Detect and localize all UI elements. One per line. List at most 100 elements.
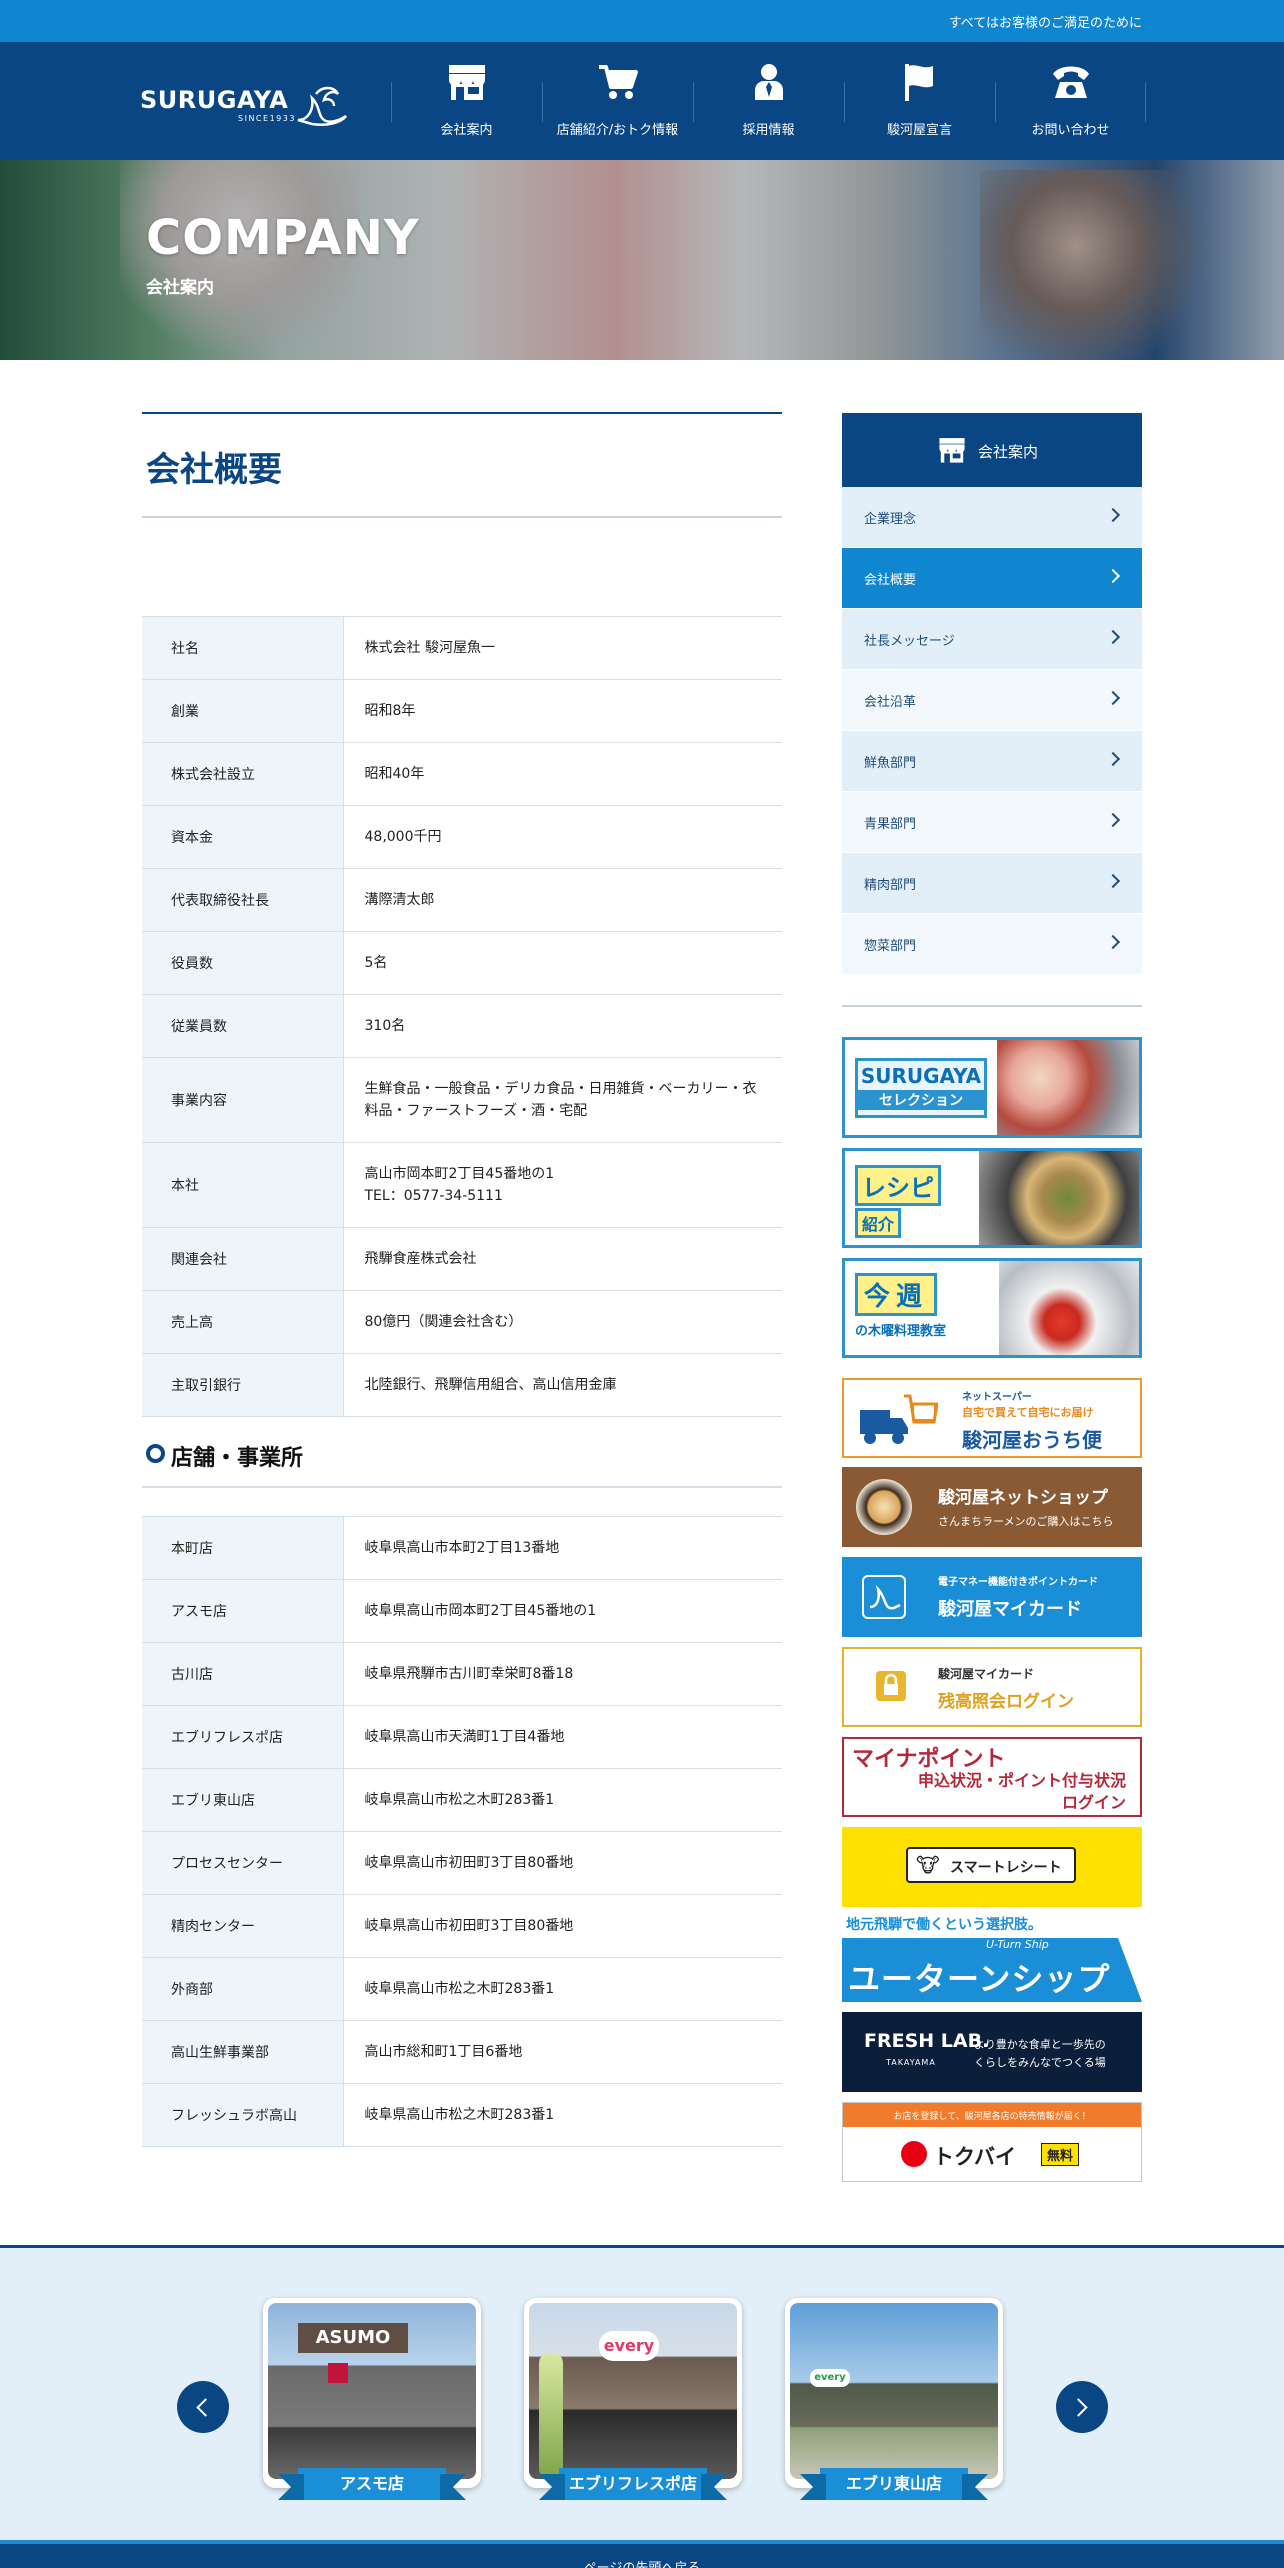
banner-line: ユーターンシップ bbox=[848, 1960, 1111, 1998]
row-label: 本社 bbox=[142, 1142, 344, 1228]
banner-text-box: 今週 の木曜料理教室 bbox=[855, 1273, 985, 1349]
banner-line: U-Turn Ship bbox=[986, 1938, 1049, 1951]
store-card-every-higashiyama[interactable]: every エブリ東山店 bbox=[785, 2298, 1003, 2500]
page-top-link[interactable]: ページの先頭へ戻る bbox=[0, 2540, 1284, 2568]
table-row: 事業内容 生鮮食品・一般食品・デリカ食品・日用雑貨・ベーカリー・衣料品・ファースト… bbox=[142, 1057, 782, 1143]
sidebar-item-deli[interactable]: 惣菜部門 bbox=[842, 914, 1142, 975]
row-value: 岐阜県高山市松之木町283番1 bbox=[343, 1768, 782, 1832]
banner-line: FRESH LAB. bbox=[864, 2030, 990, 2052]
nav-item-company[interactable]: 会社案内 bbox=[391, 42, 542, 160]
banner-line: 駿河屋マイカード bbox=[938, 1599, 1082, 1620]
nav-item-recruit[interactable]: 採用情報 bbox=[693, 42, 844, 160]
banner-line: TAKAYAMA bbox=[886, 2058, 936, 2067]
banner-line: 申込状況・ポイント付与状況 bbox=[917, 1771, 1126, 1790]
store-photo: every bbox=[529, 2303, 737, 2479]
sidebar-item-label: 鮮魚部門 bbox=[864, 756, 917, 771]
nav-item-declaration[interactable]: 駿河屋宣言 bbox=[844, 42, 995, 160]
dish-photo bbox=[979, 1151, 1139, 1245]
sidebar-item-overview[interactable]: 会社概要 bbox=[842, 548, 1142, 609]
table-row: アスモ店 岐阜県高山市岡本町2丁目45番地の1 bbox=[142, 1579, 782, 1643]
sidebar-item-meat[interactable]: 精肉部門 bbox=[842, 853, 1142, 914]
banner-recipe[interactable]: レシピ 紹介 bbox=[842, 1148, 1142, 1248]
banner-line: くらしをみんなでつくる場 bbox=[974, 2056, 1106, 2069]
store-card-every-frespo[interactable]: every エブリフレスポ店 bbox=[524, 2298, 742, 2500]
logo[interactable]: SURUGAYA SINCE1933 bbox=[140, 80, 360, 126]
row-value: 岐阜県高山市本町2丁目13番地 bbox=[343, 1516, 782, 1580]
row-value: 310名 bbox=[343, 994, 782, 1058]
circle-icon bbox=[146, 1444, 165, 1463]
nav-item-contact[interactable]: お問い合わせ bbox=[995, 42, 1146, 160]
store-icon bbox=[449, 65, 485, 100]
sidebar-item-label: 会社概要 bbox=[864, 573, 917, 588]
banner-balance-login[interactable]: 駿河屋マイカード 残高照会ログイン bbox=[842, 1647, 1142, 1727]
row-value: 飛騨食産株式会社 bbox=[343, 1227, 782, 1291]
card-logo-icon bbox=[862, 1575, 906, 1619]
site-header: SURUGAYA SINCE1933 会社案内 店舗紹介/おトク情報 採用情報 … bbox=[0, 42, 1284, 160]
store-photo: every bbox=[790, 2303, 998, 2479]
sidebar-item-history[interactable]: 会社沿革 bbox=[842, 670, 1142, 731]
cart-icon bbox=[599, 65, 638, 99]
telephone: TEL：0577-34-5111 bbox=[364, 1188, 503, 1204]
banner-ouchibin[interactable]: ネットスーパー 自宅で買えて自宅にお届け 駿河屋おうち便 bbox=[842, 1378, 1142, 1458]
banner-mynapoint[interactable]: マイナポイント 申込状況・ポイント付与状況 ログイン bbox=[842, 1737, 1142, 1817]
table-row: 創業 昭和8年 bbox=[142, 679, 782, 743]
row-value: 岐阜県高山市松之木町283番1 bbox=[343, 2083, 782, 2147]
store-photo: ASUMO bbox=[268, 2303, 476, 2479]
chevron-right-icon bbox=[1105, 934, 1121, 950]
banner-freshlab[interactable]: FRESH LAB. TAKAYAMA より豊かな食卓と一歩先の くらしをみんな… bbox=[842, 2012, 1142, 2092]
banner-line: より豊かな食卓と一歩先の bbox=[974, 2038, 1106, 2051]
banner-cooking-class[interactable]: 今週 の木曜料理教室 bbox=[842, 1258, 1142, 1358]
row-label: 従業員数 bbox=[142, 994, 344, 1058]
store-logo-mark bbox=[328, 2363, 348, 2383]
banner-smart-receipt[interactable]: 🐮 スマートレシート bbox=[842, 1827, 1142, 1907]
chevron-right-icon bbox=[1105, 873, 1121, 889]
table-row: 売上高 80億円（関連会社含む） bbox=[142, 1290, 782, 1354]
logo-since: SINCE1933 bbox=[238, 114, 296, 123]
stores-heading-label: 店舗・事業所 bbox=[171, 1446, 304, 1471]
table-row: 外商部 岐阜県高山市松之木町283番1 bbox=[142, 1957, 782, 2021]
table-row: エブリフレスポ店 岐阜県高山市天満町1丁目4番地 bbox=[142, 1705, 782, 1769]
store-card-asumo[interactable]: ASUMO アスモ店 bbox=[263, 2298, 481, 2500]
store-ribbon: エブリフレスポ店 bbox=[539, 2468, 727, 2500]
banner-mycard[interactable]: 電子マネー機能付きポイントカード 駿河屋マイカード bbox=[842, 1557, 1142, 1637]
row-label: 精肉センター bbox=[142, 1894, 344, 1958]
row-label: 売上高 bbox=[142, 1290, 344, 1354]
sidebar-item-message[interactable]: 社長メッセージ bbox=[842, 609, 1142, 670]
banner-line: ログイン bbox=[1061, 1793, 1126, 1812]
sidebar-item-produce[interactable]: 青果部門 bbox=[842, 792, 1142, 853]
page-title: 会社概要 bbox=[146, 450, 282, 490]
carousel-next-button[interactable] bbox=[1056, 2381, 1108, 2433]
sidebar-item-label: 精肉部門 bbox=[864, 878, 917, 893]
banner-line: さんまちラーメンのご購入はこちら bbox=[938, 1515, 1114, 1528]
chevron-right-icon bbox=[1069, 2398, 1088, 2417]
sidebar-item-label: 会社沿革 bbox=[864, 695, 917, 710]
row-value: 5名 bbox=[343, 931, 782, 995]
banner-line: SURUGAYA bbox=[860, 1064, 982, 1088]
chevron-right-icon bbox=[1105, 812, 1121, 828]
row-value: 高山市総和町1丁目6番地 bbox=[343, 2020, 782, 2084]
banner-uturnship[interactable]: 地元飛騨で働くという選択肢。 U-Turn Ship ユーターンシップ bbox=[842, 1914, 1142, 2004]
banner-text-box: SURUGAYA セレクション bbox=[855, 1058, 987, 1118]
wave-logo-icon bbox=[297, 86, 347, 126]
row-value: 岐阜県高山市松之木町283番1 bbox=[343, 1957, 782, 2021]
sidebar-item-philosophy[interactable]: 企業理念 bbox=[842, 487, 1142, 548]
banner-netshop[interactable]: 駿河屋ネットショップ さんまちラーメンのご購入はこちら bbox=[842, 1467, 1142, 1547]
sidebar-item-fish[interactable]: 鮮魚部門 bbox=[842, 731, 1142, 792]
table-row: 株式会社設立 昭和40年 bbox=[142, 742, 782, 806]
carousel-prev-button[interactable] bbox=[177, 2381, 229, 2433]
ramen-bowl-icon bbox=[856, 1479, 912, 1535]
banner-tokubai[interactable]: お店を登録して、駿河屋各店の特売情報が届く！ トクバイ 無料 bbox=[842, 2102, 1142, 2182]
row-label: 主取引銀行 bbox=[142, 1353, 344, 1417]
nav-label: 駿河屋宣言 bbox=[886, 123, 952, 138]
nav-label: 店舗紹介/おトク情報 bbox=[556, 123, 679, 138]
banner-line: 駿河屋おうち便 bbox=[962, 1428, 1102, 1452]
table-row: 高山生鮮事業部 高山市総和町1丁目6番地 bbox=[142, 2020, 782, 2084]
nav-item-stores[interactable]: 店舗紹介/おトク情報 bbox=[542, 42, 693, 160]
store-sign: every bbox=[599, 2331, 659, 2361]
row-label: 事業内容 bbox=[142, 1057, 344, 1143]
banner-selection[interactable]: SURUGAYA セレクション bbox=[842, 1037, 1142, 1138]
row-label: アスモ店 bbox=[142, 1579, 344, 1643]
main-content: 会社概要 社名 株式会社 駿河屋魚一 創業 昭和8年 株式会社設立 昭和40年 資本金… bbox=[142, 412, 782, 2147]
chevron-right-icon bbox=[1105, 568, 1121, 584]
row-label: 高山生鮮事業部 bbox=[142, 2020, 344, 2084]
